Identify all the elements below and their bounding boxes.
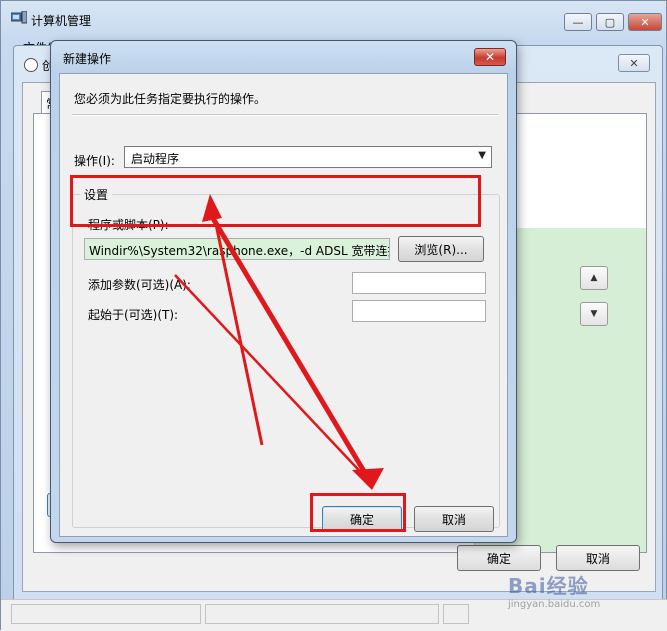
action-label: 操作(I):	[74, 154, 115, 168]
args-label: 添加参数(可选)(A):	[88, 278, 191, 292]
program-input[interactable]: Windir%\System32\rasphone.exe，-d ADSL 宽带…	[84, 238, 390, 260]
properties-cancel-button[interactable]: 取消	[556, 545, 640, 571]
status-cell	[11, 604, 201, 624]
program-highlight-box	[70, 175, 481, 227]
baidu-watermark: Bai经验 jingyan.baidu.com	[508, 570, 600, 610]
chevron-down-icon: ▼	[478, 150, 486, 161]
dialog-title: 新建操作	[63, 52, 112, 66]
args-input[interactable]	[352, 272, 486, 294]
start-in-label: 起始于(可选)(T):	[88, 308, 179, 322]
properties-ok-button[interactable]: 确定	[457, 545, 541, 571]
browse-button[interactable]: 浏览(R)...	[398, 236, 484, 262]
divider	[72, 114, 498, 116]
dialog-close-button[interactable]: ✕	[474, 48, 506, 66]
start-in-input[interactable]	[352, 300, 486, 322]
action-select[interactable]: 启动程序 ▼	[124, 146, 492, 168]
computer-management-icon	[11, 11, 27, 24]
clock-icon	[24, 58, 38, 72]
move-up-button[interactable]: ▲	[580, 266, 608, 290]
minimize-button[interactable]: —	[564, 13, 592, 31]
dialog-body: 您必须为此任务指定要执行的操作。 操作(I): 启动程序 ▼ 设置 程序或脚本(…	[59, 73, 508, 537]
ok-highlight-box	[310, 493, 406, 532]
properties-close-button[interactable]: ✕	[618, 54, 650, 72]
watermark-url: jingyan.baidu.com	[508, 599, 601, 610]
watermark-brand: Bai经验	[508, 574, 589, 598]
status-cell	[205, 604, 439, 624]
move-down-button[interactable]: ▼	[580, 302, 608, 326]
status-cell	[443, 604, 469, 624]
action-select-value: 启动程序	[131, 152, 180, 166]
close-button[interactable]: ✕	[628, 13, 662, 31]
maximize-button[interactable]: ▢	[596, 13, 624, 31]
instruction-text: 您必须为此任务指定要执行的操作。	[74, 92, 267, 106]
window-title: 计算机管理	[31, 14, 92, 28]
cancel-button[interactable]: 取消	[414, 506, 494, 532]
new-action-dialog: 新建操作 ✕ 您必须为此任务指定要执行的操作。 操作(I): 启动程序 ▼ 设置…	[50, 40, 517, 543]
